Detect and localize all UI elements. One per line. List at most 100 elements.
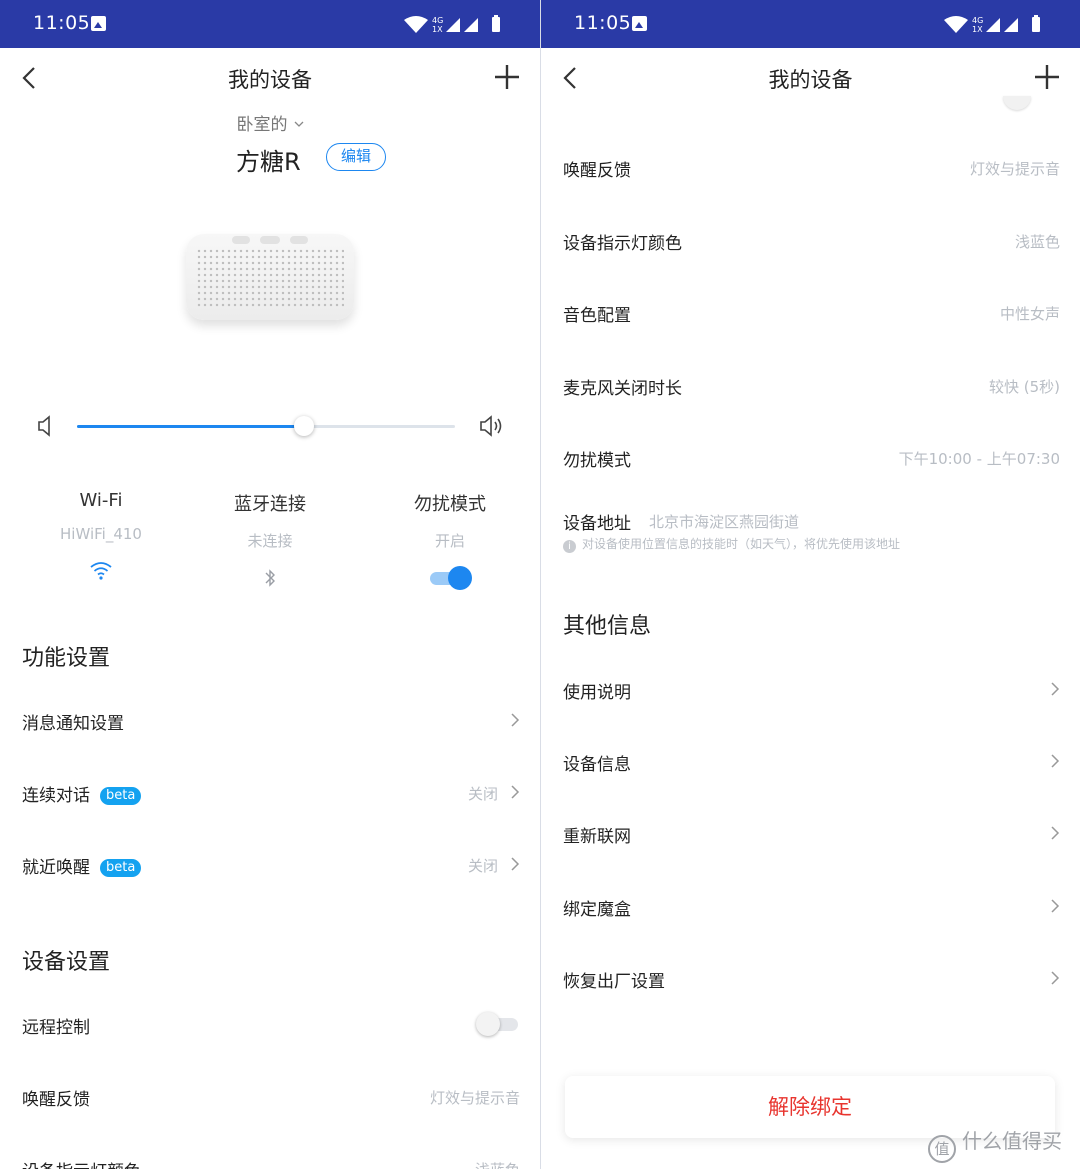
bluetooth-state: 未连接 [247, 532, 293, 550]
list-item-do-not-disturb[interactable]: 勿扰模式 下午10:00 - 上午07:30 [563, 436, 1060, 480]
volume-slider-thumb[interactable] [293, 416, 314, 436]
dnd-title: 勿扰模式 [414, 494, 486, 515]
dnd-toggle[interactable] [428, 565, 472, 591]
add-device-plus-icon[interactable] [1034, 64, 1060, 90]
list-item-reconnect-network[interactable]: 重新联网 [563, 812, 1060, 856]
row-value: 下午10:00 - 上午07:30 [898, 450, 1060, 468]
image-notification-icon [91, 16, 106, 31]
wifi-icon [944, 16, 968, 33]
chevron-right-icon [1051, 826, 1060, 840]
list-item-bind-box[interactable]: 绑定魔盒 [563, 885, 1060, 929]
bluetooth-title: 蓝牙连接 [234, 494, 306, 515]
left-screen: 11:05 4G 1X 我的设备 卧室的 方糖R 编辑 Wi-Fi HiWiFi… [0, 0, 540, 1169]
chevron-right-icon [1051, 682, 1060, 696]
volume-low-icon[interactable] [36, 414, 56, 438]
system-icons: 4G 1X [402, 14, 512, 34]
title-bar: 我的设备 [0, 48, 540, 108]
address-value: 北京市海淀区燕园街道 [649, 513, 800, 531]
signal-icon [986, 18, 1018, 32]
page-title: 我的设备 [228, 68, 312, 92]
row-label: 勿扰模式 [563, 451, 631, 471]
row-label: 设备指示灯颜色 [563, 234, 682, 254]
volume-slider-fill [77, 425, 304, 428]
chevron-right-icon [1051, 754, 1060, 768]
row-label: 音色配置 [563, 306, 631, 326]
beta-badge: beta [100, 787, 142, 805]
chevron-right-icon [511, 713, 520, 727]
list-item-indicator-color[interactable]: 设备指示灯颜色 浅蓝色 [22, 1147, 520, 1169]
bluetooth-status[interactable]: 蓝牙连接 未连接 [190, 490, 350, 595]
row-value: 灯效与提示音 [429, 1089, 520, 1107]
chevron-right-icon [1051, 899, 1060, 913]
section-function-settings: 功能设置 [22, 646, 111, 671]
beta-badge: beta [100, 859, 142, 877]
svg-text:1X: 1X [972, 25, 983, 34]
remote-control-toggle[interactable] [476, 1011, 520, 1037]
volume-high-icon[interactable] [478, 414, 504, 438]
wifi-icon [90, 562, 112, 580]
section-other-info: 其他信息 [563, 614, 652, 639]
row-value: 关闭 [467, 785, 498, 803]
device-name: 方糖R [236, 148, 301, 176]
row-label: 设备地址 [563, 514, 631, 534]
row-label: 远程控制 [22, 1018, 90, 1038]
address-note: i 对设备使用位置信息的技能时（如天气），将优先使用该地址 [563, 535, 900, 553]
row-label: 恢复出厂设置 [563, 972, 665, 992]
chevron-right-icon [511, 857, 520, 871]
list-item-device-address[interactable]: 设备地址 北京市海淀区燕园街道 i 对设备使用位置信息的技能时（如天气），将优先使… [563, 499, 1060, 559]
watermark: 值什么值得买 [928, 1125, 1062, 1163]
signal-icon [446, 18, 478, 32]
row-label: 设备指示灯颜色 [22, 1157, 141, 1169]
edit-button[interactable]: 编辑 [326, 143, 386, 171]
chevron-right-icon [511, 785, 520, 799]
row-value: 浅蓝色 [475, 1159, 520, 1169]
list-item-wake-feedback[interactable]: 唤醒反馈 灯效与提示音 [563, 146, 1060, 190]
battery-icon [1032, 15, 1040, 32]
list-item-voice-config[interactable]: 音色配置 中性女声 [563, 291, 1060, 335]
svg-text:4G: 4G [432, 16, 443, 25]
wifi-status[interactable]: Wi-Fi HiWiFi_410 [21, 490, 181, 587]
speaker-image [186, 234, 354, 320]
row-value: 较快 (5秒) [988, 378, 1060, 396]
wifi-icon [404, 16, 428, 33]
list-item-continuous-dialogue[interactable]: 连续对话 beta 关闭 [22, 771, 520, 815]
list-item-indicator-color[interactable]: 设备指示灯颜色 浅蓝色 [563, 219, 1060, 263]
chevron-right-icon [1051, 971, 1060, 985]
list-item-wake-feedback[interactable]: 唤醒反馈 灯效与提示音 [22, 1075, 520, 1119]
row-label: 重新联网 [563, 827, 631, 847]
list-item-device-info[interactable]: 设备信息 [563, 740, 1060, 784]
row-value: 灯效与提示音 [969, 160, 1060, 178]
add-device-plus-icon[interactable] [494, 64, 520, 90]
row-label: 唤醒反馈 [22, 1090, 90, 1110]
system-icons: 4G 1X [942, 14, 1052, 34]
volume-slider[interactable] [77, 416, 455, 436]
svg-text:1X: 1X [432, 25, 443, 34]
svg-text:4G: 4G [972, 16, 983, 25]
row-label: 连续对话 [22, 786, 90, 806]
page-title: 我的设备 [768, 68, 853, 92]
info-icon: i [563, 540, 576, 553]
row-value: 中性女声 [999, 305, 1060, 323]
title-bar: 我的设备 [541, 48, 1080, 108]
row-value: 关闭 [467, 857, 498, 875]
row-label: 消息通知设置 [22, 714, 124, 734]
list-item-instructions[interactable]: 使用说明 [563, 668, 1060, 712]
list-item-notification-settings[interactable]: 消息通知设置 [22, 699, 520, 743]
right-screen: 11:05 4G 1X 我的设备 唤醒反馈 灯效与提示音 设备指示灯颜色 浅蓝色… [541, 0, 1080, 1169]
row-label: 唤醒反馈 [563, 161, 631, 181]
do-not-disturb-status[interactable]: 勿扰模式 开启 [370, 490, 530, 591]
list-item-mic-off-duration[interactable]: 麦克风关闭时长 较快 (5秒) [563, 364, 1060, 408]
row-label: 使用说明 [563, 683, 631, 703]
watermark-logo-icon: 值 [928, 1135, 956, 1163]
address-note-text: 对设备使用位置信息的技能时（如天气），将优先使用该地址 [582, 537, 901, 551]
row-label: 麦克风关闭时长 [563, 379, 682, 399]
list-item-remote-control[interactable]: 远程控制 [22, 1003, 520, 1047]
room-selector[interactable]: 卧室的 [0, 110, 540, 135]
row-label: 就近唤醒 [22, 858, 90, 878]
row-label: 设备信息 [563, 755, 631, 775]
battery-icon [492, 15, 500, 32]
list-item-nearby-wakeup[interactable]: 就近唤醒 beta 关闭 [22, 843, 520, 887]
wifi-network-name: HiWiFi_410 [60, 525, 142, 543]
list-item-factory-reset[interactable]: 恢复出厂设置 [563, 957, 1060, 1001]
status-time: 11:05 [574, 12, 632, 34]
